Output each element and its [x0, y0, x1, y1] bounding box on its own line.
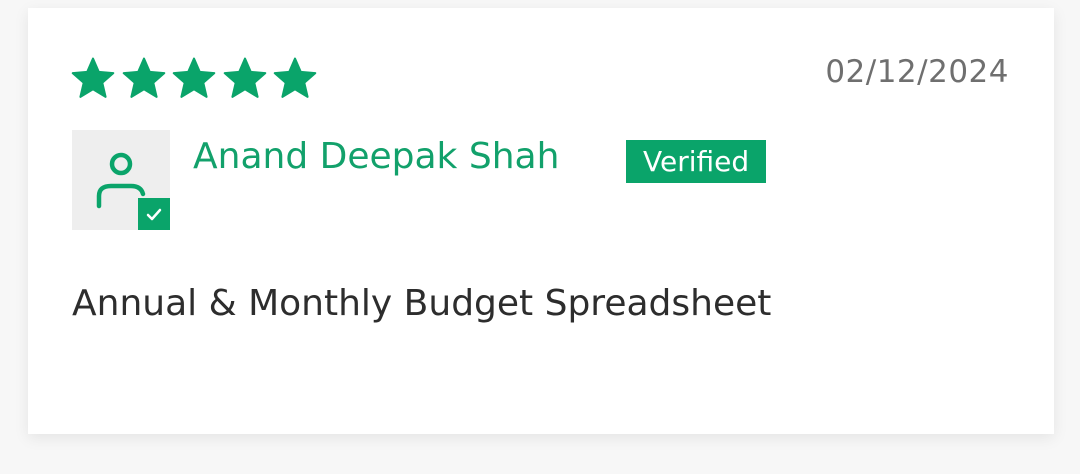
reviewer-name: Anand Deepak Shah — [193, 136, 560, 177]
star-icon — [273, 56, 317, 100]
star-rating — [71, 56, 324, 100]
review-date: 02/12/2024 — [825, 54, 1009, 90]
star-icon — [172, 56, 216, 100]
review-card: 02/12/2024 Anand Deepak Shah Verified An… — [28, 8, 1054, 434]
star-icon — [223, 56, 267, 100]
star-icon — [122, 56, 166, 100]
star-icon — [71, 56, 115, 100]
verified-check-badge — [138, 198, 170, 230]
verified-badge: Verified — [626, 140, 767, 183]
reviewer-avatar — [72, 130, 170, 230]
review-title: Annual & Monthly Budget Spreadsheet — [72, 283, 772, 324]
checkmark-icon — [146, 208, 162, 221]
